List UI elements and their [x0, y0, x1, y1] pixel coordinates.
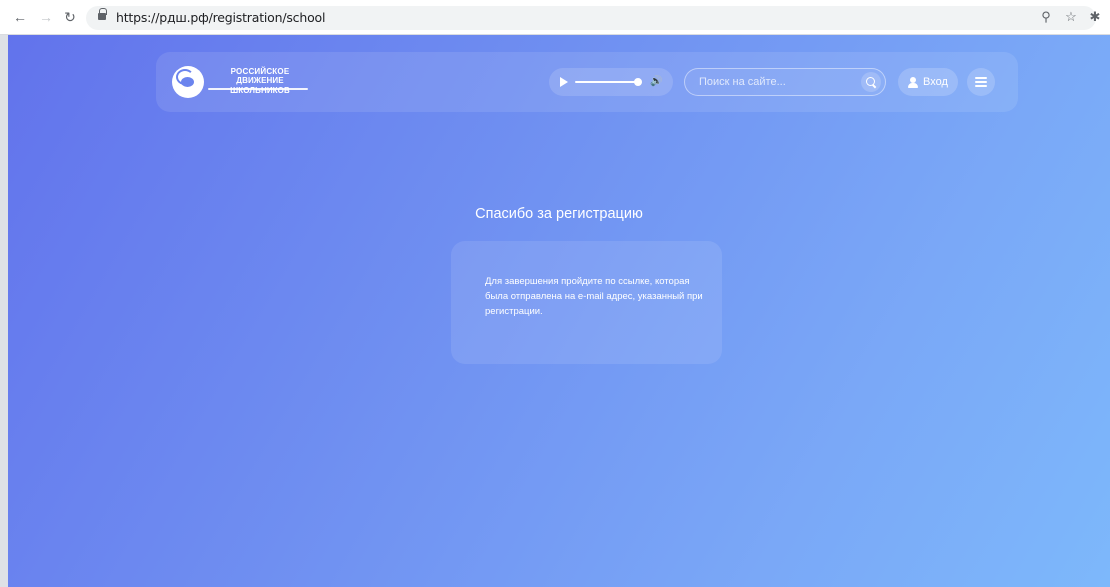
logo-line1: Российское — [230, 67, 290, 76]
login-label: Вход — [923, 76, 948, 88]
page-title: Спасибо за регистрацию — [475, 206, 643, 222]
forward-arrow-icon[interactable]: → — [38, 9, 54, 25]
lock-icon — [98, 8, 107, 20]
bookmark-star-icon[interactable]: ☆ — [1062, 9, 1080, 25]
logo-underline — [208, 88, 308, 90]
volume-icon[interactable]: 🔊 — [650, 75, 662, 89]
audio-progress-track[interactable] — [575, 81, 641, 83]
logo-line2: движение школьников — [230, 76, 290, 95]
play-icon[interactable] — [560, 77, 568, 87]
audio-progress-knob[interactable] — [633, 78, 642, 86]
reload-icon[interactable]: ↻ — [62, 9, 78, 25]
url-text[interactable]: https://рдш.рф/registration/school — [116, 10, 325, 25]
browser-chrome: ← → ↻ https://рдш.рф/registration/school… — [0, 0, 1110, 35]
search-icon[interactable] — [861, 72, 881, 92]
site-header: Российское движение школьников 🔊 Вход — [156, 52, 1018, 112]
audio-player: 🔊 — [549, 68, 673, 96]
hamburger-menu-icon[interactable] — [967, 68, 995, 96]
user-icon — [908, 76, 918, 88]
page-content: Российское движение школьников 🔊 Вход Сп… — [8, 35, 1110, 587]
message-text: Для завершения пройдите по ссылке, котор… — [485, 276, 703, 317]
address-bar[interactable]: https://рдш.рф/registration/school — [86, 6, 1096, 30]
search-input[interactable] — [699, 69, 849, 95]
back-arrow-icon[interactable]: ← — [12, 9, 28, 25]
logo-text[interactable]: Российское движение школьников — [208, 67, 312, 96]
logo-icon[interactable] — [172, 66, 204, 98]
search-box — [684, 68, 886, 96]
zoom-icon[interactable]: ⚲ — [1037, 9, 1055, 25]
extensions-puzzle-icon[interactable]: ✱ — [1086, 9, 1104, 25]
login-button[interactable]: Вход — [898, 68, 958, 96]
message-card: Для завершения пройдите по ссылке, котор… — [451, 241, 722, 364]
